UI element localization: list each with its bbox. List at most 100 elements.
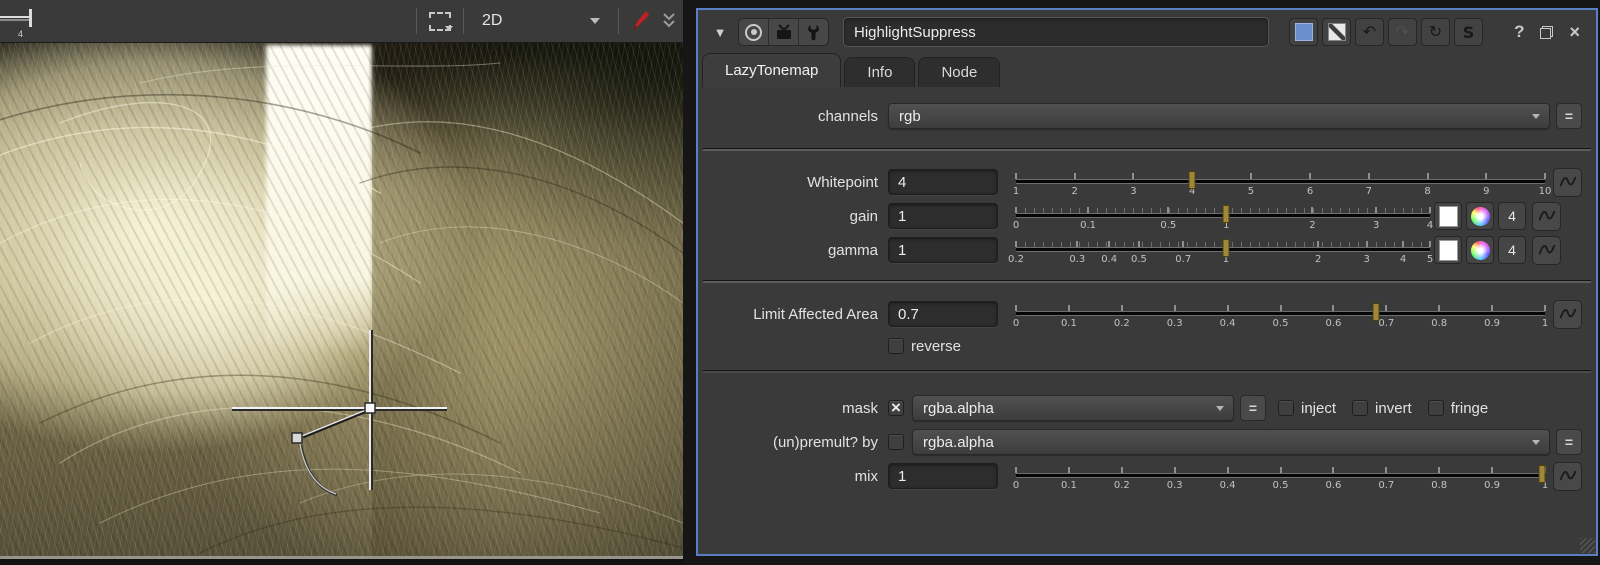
channels-equals-button[interactable]: =	[1556, 103, 1582, 129]
mix-input[interactable]: 1	[888, 463, 998, 489]
slider-track[interactable]	[1016, 473, 1545, 478]
slider-tick	[1076, 241, 1079, 247]
slider-tick	[1087, 207, 1090, 213]
settings-button[interactable]	[798, 19, 828, 45]
slider-handle[interactable]	[1538, 465, 1546, 483]
gain-channelcount-button[interactable]: 4	[1498, 202, 1526, 230]
float-window-icon[interactable]	[1540, 25, 1554, 39]
gain-input[interactable]: 1	[888, 203, 998, 229]
node-name-field[interactable]: HighlightSuppress	[843, 17, 1269, 47]
slider-tick	[1311, 207, 1314, 213]
slider-handle[interactable]	[1222, 239, 1230, 257]
slider-tick-label: 2	[1309, 220, 1316, 231]
slider-tick	[1385, 305, 1388, 311]
gamma-slider[interactable]: 0.2 0.3 0.4 0.5 0.7 1 2 3 4 5	[1008, 233, 1433, 267]
slider-tick-label: 0.6	[1325, 318, 1342, 329]
inject-checkbox[interactable]	[1278, 400, 1294, 416]
tab-node[interactable]: Node	[918, 57, 1001, 87]
whitepoint-curve-button[interactable]	[1553, 167, 1582, 197]
resize-grip[interactable]	[1580, 538, 1595, 553]
invert-checkbox[interactable]	[1352, 400, 1369, 416]
mask-checkbox[interactable]: ×	[888, 399, 904, 416]
viewer-image[interactable]	[0, 43, 683, 556]
redo-icon: ↷	[1395, 24, 1410, 41]
slider-handle[interactable]	[1188, 171, 1196, 189]
whitepoint-slider[interactable]: 1 2 3 4 5 6 7 8 9 10	[1013, 165, 1551, 199]
node-dropdown-button[interactable]: ▼	[708, 20, 732, 44]
mix-curve-button[interactable]	[1553, 461, 1582, 491]
undo-button[interactable]: ↶	[1355, 18, 1384, 46]
slider-tick	[1067, 305, 1070, 311]
toolbar-separator	[463, 8, 464, 34]
roi-selection-button[interactable]	[427, 10, 453, 32]
limit-curve-button[interactable]	[1553, 299, 1582, 329]
gain-curve-button[interactable]	[1532, 201, 1561, 231]
slider-tick-label: 0.4	[1219, 318, 1236, 329]
slider-tick	[1485, 173, 1488, 179]
gain-slider[interactable]: 0 0.1 0.5 1 2 3 4	[1013, 199, 1433, 233]
gain-color-button[interactable]	[1434, 202, 1462, 230]
slider-tick-label: 2	[1071, 186, 1078, 197]
reverse-checkbox[interactable]	[888, 338, 904, 354]
slider-track[interactable]	[1016, 179, 1545, 184]
whitepoint-input[interactable]: 4	[888, 169, 998, 195]
chevron-down-icon	[1532, 114, 1540, 119]
mix-slider[interactable]: 0 0.1 0.2 0.3 0.4 0.5 0.6 0.7 0.8 0.9 1	[1013, 459, 1548, 493]
section-divider	[703, 281, 1591, 283]
slider-tick	[1015, 173, 1017, 179]
tab-lazytonemap[interactable]: LazyTonemap	[702, 53, 842, 87]
slider-line	[0, 16, 30, 18]
script-button[interactable]: S	[1454, 18, 1483, 46]
gamma-curve-button[interactable]	[1532, 235, 1561, 265]
tab-info[interactable]: Info	[844, 57, 916, 87]
slider-tick	[1173, 467, 1176, 473]
tab-label: Node	[941, 64, 978, 81]
slider-tick	[1137, 241, 1140, 247]
close-icon[interactable]: ×	[1569, 22, 1580, 43]
gain-colorwheel-button[interactable]	[1466, 202, 1494, 230]
mask-channel-dropdown[interactable]: rgba.alpha	[912, 395, 1234, 421]
reverse-label: reverse	[911, 337, 962, 355]
unpremult-checkbox[interactable]	[888, 434, 904, 450]
slider-track[interactable]	[1016, 311, 1545, 316]
gl-color-button[interactable]	[1322, 18, 1351, 46]
slider-tick-label: 2	[1315, 254, 1322, 265]
red-stylus-icon[interactable]	[629, 8, 651, 34]
unpremult-channel-dropdown[interactable]: rgba.alpha	[912, 429, 1550, 455]
view-mode-dropdown[interactable]: 2D	[474, 7, 608, 35]
slider-tick	[1279, 305, 1282, 311]
fringe-checkbox[interactable]	[1427, 400, 1444, 416]
center-view-button[interactable]	[739, 19, 768, 45]
monitor-output-button[interactable]	[768, 19, 798, 45]
node-color-button[interactable]	[1289, 18, 1318, 46]
gamma-input[interactable]: 1	[888, 237, 998, 263]
limit-input[interactable]: 0.7	[888, 301, 998, 327]
mix-row: mix 1 0 0.1 0.2 0.3 0.4 0.5 0.6 0.7 0.8 0.9 1	[698, 459, 1596, 493]
double-chevron-down-icon[interactable]	[661, 11, 677, 31]
slider-tick	[1279, 467, 1282, 473]
gamma-colorwheel-button[interactable]	[1466, 236, 1494, 264]
limit-slider[interactable]: 0 0.1 0.2 0.3 0.4 0.5 0.6 0.7 0.8 0.9 1	[1013, 297, 1548, 331]
slider-tick-label: 0.5	[1272, 480, 1289, 491]
curve-icon	[1559, 176, 1576, 187]
viewer-gain-slider-end[interactable]: 4	[0, 6, 44, 39]
slider-tick	[1015, 305, 1017, 311]
help-icon[interactable]: ?	[1514, 22, 1524, 42]
split-color-swatch	[1327, 23, 1346, 41]
slider-handle[interactable]	[1372, 303, 1380, 321]
whitepoint-label: Whitepoint	[807, 173, 878, 191]
unpremult-equals-button[interactable]: =	[1556, 429, 1582, 455]
gamma-channelcount-button[interactable]: 4	[1498, 236, 1526, 264]
channels-dropdown[interactable]: rgb	[888, 103, 1550, 129]
slider-handle[interactable]	[1222, 205, 1230, 223]
gamma-color-button[interactable]	[1434, 236, 1462, 264]
slider-tick	[1015, 241, 1017, 247]
tab-label: Info	[867, 64, 893, 81]
slider-tick-label: 0.5	[1131, 254, 1147, 265]
gain-row: gain 1 0 0.1 0.5 1 2 3 4 4	[698, 199, 1596, 233]
revert-button[interactable]: ↻	[1421, 18, 1450, 46]
slider-tick-label: 0.5	[1272, 318, 1289, 329]
redo-button[interactable]: ↷	[1388, 18, 1417, 46]
mask-equals-button[interactable]: =	[1240, 395, 1266, 421]
transform-crosshair-widget[interactable]	[0, 43, 683, 556]
